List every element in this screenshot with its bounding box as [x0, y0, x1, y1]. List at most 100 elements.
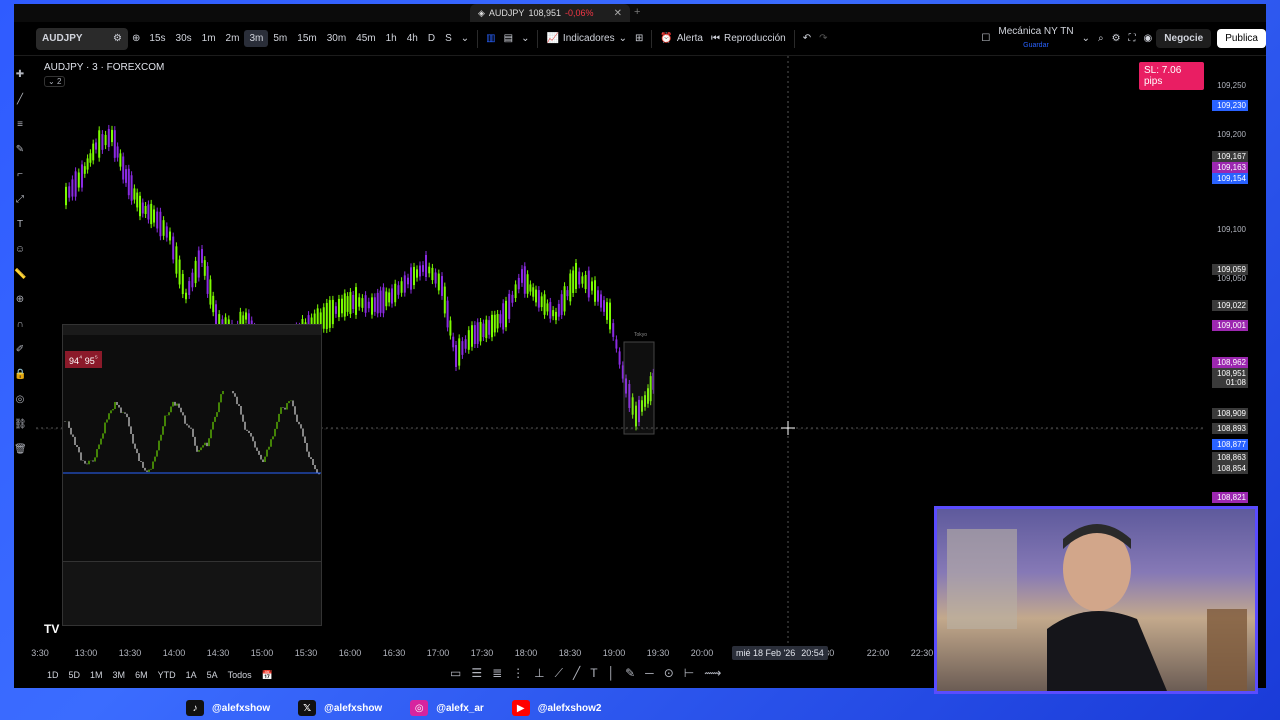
timeframe-2m[interactable]: 2m	[221, 33, 245, 44]
symbol-search[interactable]: AUDJPY ⚙	[36, 27, 128, 50]
redo-icon[interactable]: ↷	[815, 33, 831, 44]
candle-style-icon[interactable]: ▥	[482, 33, 499, 44]
candle-body	[603, 300, 605, 312]
path-tool-icon[interactable]: ⟋	[555, 666, 563, 681]
alert-button[interactable]: ⏰ Alerta	[656, 33, 707, 44]
templates-grid-icon[interactable]: ⊞	[631, 33, 647, 44]
chart-type-dropdown-icon[interactable]: ⌄	[517, 33, 533, 44]
compare-add-icon[interactable]: ⊕	[128, 33, 144, 44]
bar-style-icon[interactable]: ▤	[500, 33, 517, 44]
candle-body	[416, 269, 418, 278]
timeframe-30s[interactable]: 30s	[171, 33, 197, 44]
emoji-tool-icon[interactable]: ☺	[14, 244, 26, 256]
fib-retracement-icon[interactable]: ☰	[471, 666, 482, 681]
indicators-button[interactable]: 📈 Indicadores ⌄	[542, 33, 631, 44]
brush-tool-icon[interactable]: ✎	[14, 144, 26, 156]
timeframe-4h[interactable]: 4h	[402, 33, 423, 44]
trend-line-icon[interactable]: ╱	[14, 94, 26, 106]
candle-body	[437, 273, 440, 291]
range-3m[interactable]: 3M	[108, 670, 131, 680]
horizontal-line-icon[interactable]: ─	[645, 666, 654, 681]
social-handle: @alefxshow2	[537, 702, 602, 714]
range-6m[interactable]: 6M	[130, 670, 153, 680]
candle-body	[413, 266, 415, 286]
broker-window[interactable]: 94⁴ 95⁵	[62, 324, 322, 626]
time-label: 14:00	[162, 648, 186, 658]
candle-body	[461, 341, 464, 355]
timeframe-15s[interactable]: 15s	[144, 33, 170, 44]
symbol-settings-icon[interactable]: ⚙	[113, 33, 122, 44]
brush-icon[interactable]: ✎	[625, 666, 635, 681]
timeframe-s[interactable]: S	[440, 33, 457, 44]
date-range-calendar-icon[interactable]: 📅	[257, 670, 278, 681]
timeframe-3m[interactable]: 3m	[244, 30, 269, 47]
chevron-down-icon[interactable]: ⌄	[1078, 33, 1094, 44]
candle-body	[587, 270, 590, 298]
timeframe-1h[interactable]: 1h	[381, 33, 402, 44]
timeframe-1m[interactable]: 1m	[197, 33, 221, 44]
browser-tab[interactable]: ◈ AUDJPY 108,951 -0,06% ✕	[470, 4, 630, 22]
layout-checkbox-icon[interactable]: ☐	[977, 33, 994, 44]
timeframe-45m[interactable]: 45m	[351, 33, 380, 44]
prediction-tool-icon[interactable]: ⤢	[14, 194, 26, 206]
fib-extension-icon[interactable]: ⋮	[512, 666, 524, 681]
measure-tool-icon[interactable]: ⊥	[534, 666, 544, 681]
range-1m[interactable]: 1M	[85, 670, 108, 680]
range-5d[interactable]: 5D	[64, 670, 86, 680]
text-tool-icon[interactable]: T	[14, 219, 26, 231]
timeframe-30m[interactable]: 30m	[322, 33, 351, 44]
vertical-line-icon[interactable]: │	[608, 666, 616, 681]
trend-angle-icon[interactable]: ⟿	[704, 666, 721, 681]
magnet-icon[interactable]: ∩	[14, 319, 26, 331]
trend-line-icon[interactable]: ╱	[573, 666, 580, 681]
timeframe-d[interactable]: D	[423, 33, 440, 44]
new-tab-icon[interactable]: +	[634, 6, 640, 18]
crosshair-tool-icon[interactable]: ✚	[14, 69, 26, 81]
zoom-icon[interactable]: ⊕	[14, 294, 26, 306]
settings-icon[interactable]: ⚙	[1108, 33, 1125, 44]
candle-body	[431, 267, 434, 281]
trade-button[interactable]: Negocie	[1156, 29, 1212, 48]
close-tab-icon[interactable]: ✕	[614, 8, 622, 19]
link-icon[interactable]: ⛓	[14, 419, 27, 431]
publish-button[interactable]: Publica	[1217, 29, 1266, 48]
candle-body	[557, 303, 560, 317]
range-1a[interactable]: 1A	[181, 670, 202, 680]
indicator-collapse-toggle[interactable]: ⌄ 2	[44, 76, 66, 87]
candle-body	[376, 292, 379, 314]
timeframe-5m[interactable]: 5m	[268, 33, 292, 44]
candle-body	[331, 299, 334, 325]
lock-pencil-icon[interactable]: ✐	[14, 344, 26, 356]
candle-body	[443, 286, 446, 314]
time-label: 18:00	[514, 648, 538, 658]
range-1d[interactable]: 1D	[42, 670, 64, 680]
eye-icon[interactable]: ◎	[14, 394, 26, 406]
candle-body	[394, 283, 397, 303]
fib-tool-icon[interactable]: ≡	[14, 119, 26, 131]
stop-loss-badge: SL: 7.06 pips	[1139, 62, 1204, 90]
candle-body	[136, 192, 139, 208]
layout-name-button[interactable]: Mecánica NY TN Guardar	[994, 26, 1077, 51]
fullscreen-icon[interactable]: ⛶	[1125, 33, 1140, 44]
undo-icon[interactable]: ↶	[799, 33, 815, 44]
lock-icon[interactable]: 🔒	[14, 369, 26, 381]
trash-icon[interactable]: 🗑	[14, 444, 27, 456]
candle-body	[74, 171, 77, 197]
search-icon[interactable]: ⌕	[1094, 33, 1108, 44]
timeframe-15m[interactable]: 15m	[292, 33, 321, 44]
ruler-icon[interactable]: 📏	[14, 269, 26, 281]
rectangle-tool-icon[interactable]: ▭	[450, 666, 461, 681]
range-ytd[interactable]: YTD	[153, 670, 181, 680]
long-position-icon[interactable]: ⊢	[684, 666, 694, 681]
replay-button[interactable]: ⏮ Reproducción	[707, 33, 790, 44]
pattern-tool-icon[interactable]: ⌐	[14, 169, 26, 181]
price-label: 108,909	[1212, 408, 1248, 419]
target-icon[interactable]: ⊙	[664, 666, 674, 681]
camera-icon[interactable]: ◉	[1140, 33, 1157, 44]
timeframe-dropdown-icon[interactable]: ⌄	[457, 33, 473, 44]
text-tool-icon[interactable]: T	[590, 666, 597, 681]
range-5a[interactable]: 5A	[202, 670, 223, 680]
range-todos[interactable]: Todos	[223, 670, 257, 680]
parallel-channel-icon[interactable]: ≣	[492, 666, 502, 681]
price-label: 108,893	[1212, 423, 1248, 434]
